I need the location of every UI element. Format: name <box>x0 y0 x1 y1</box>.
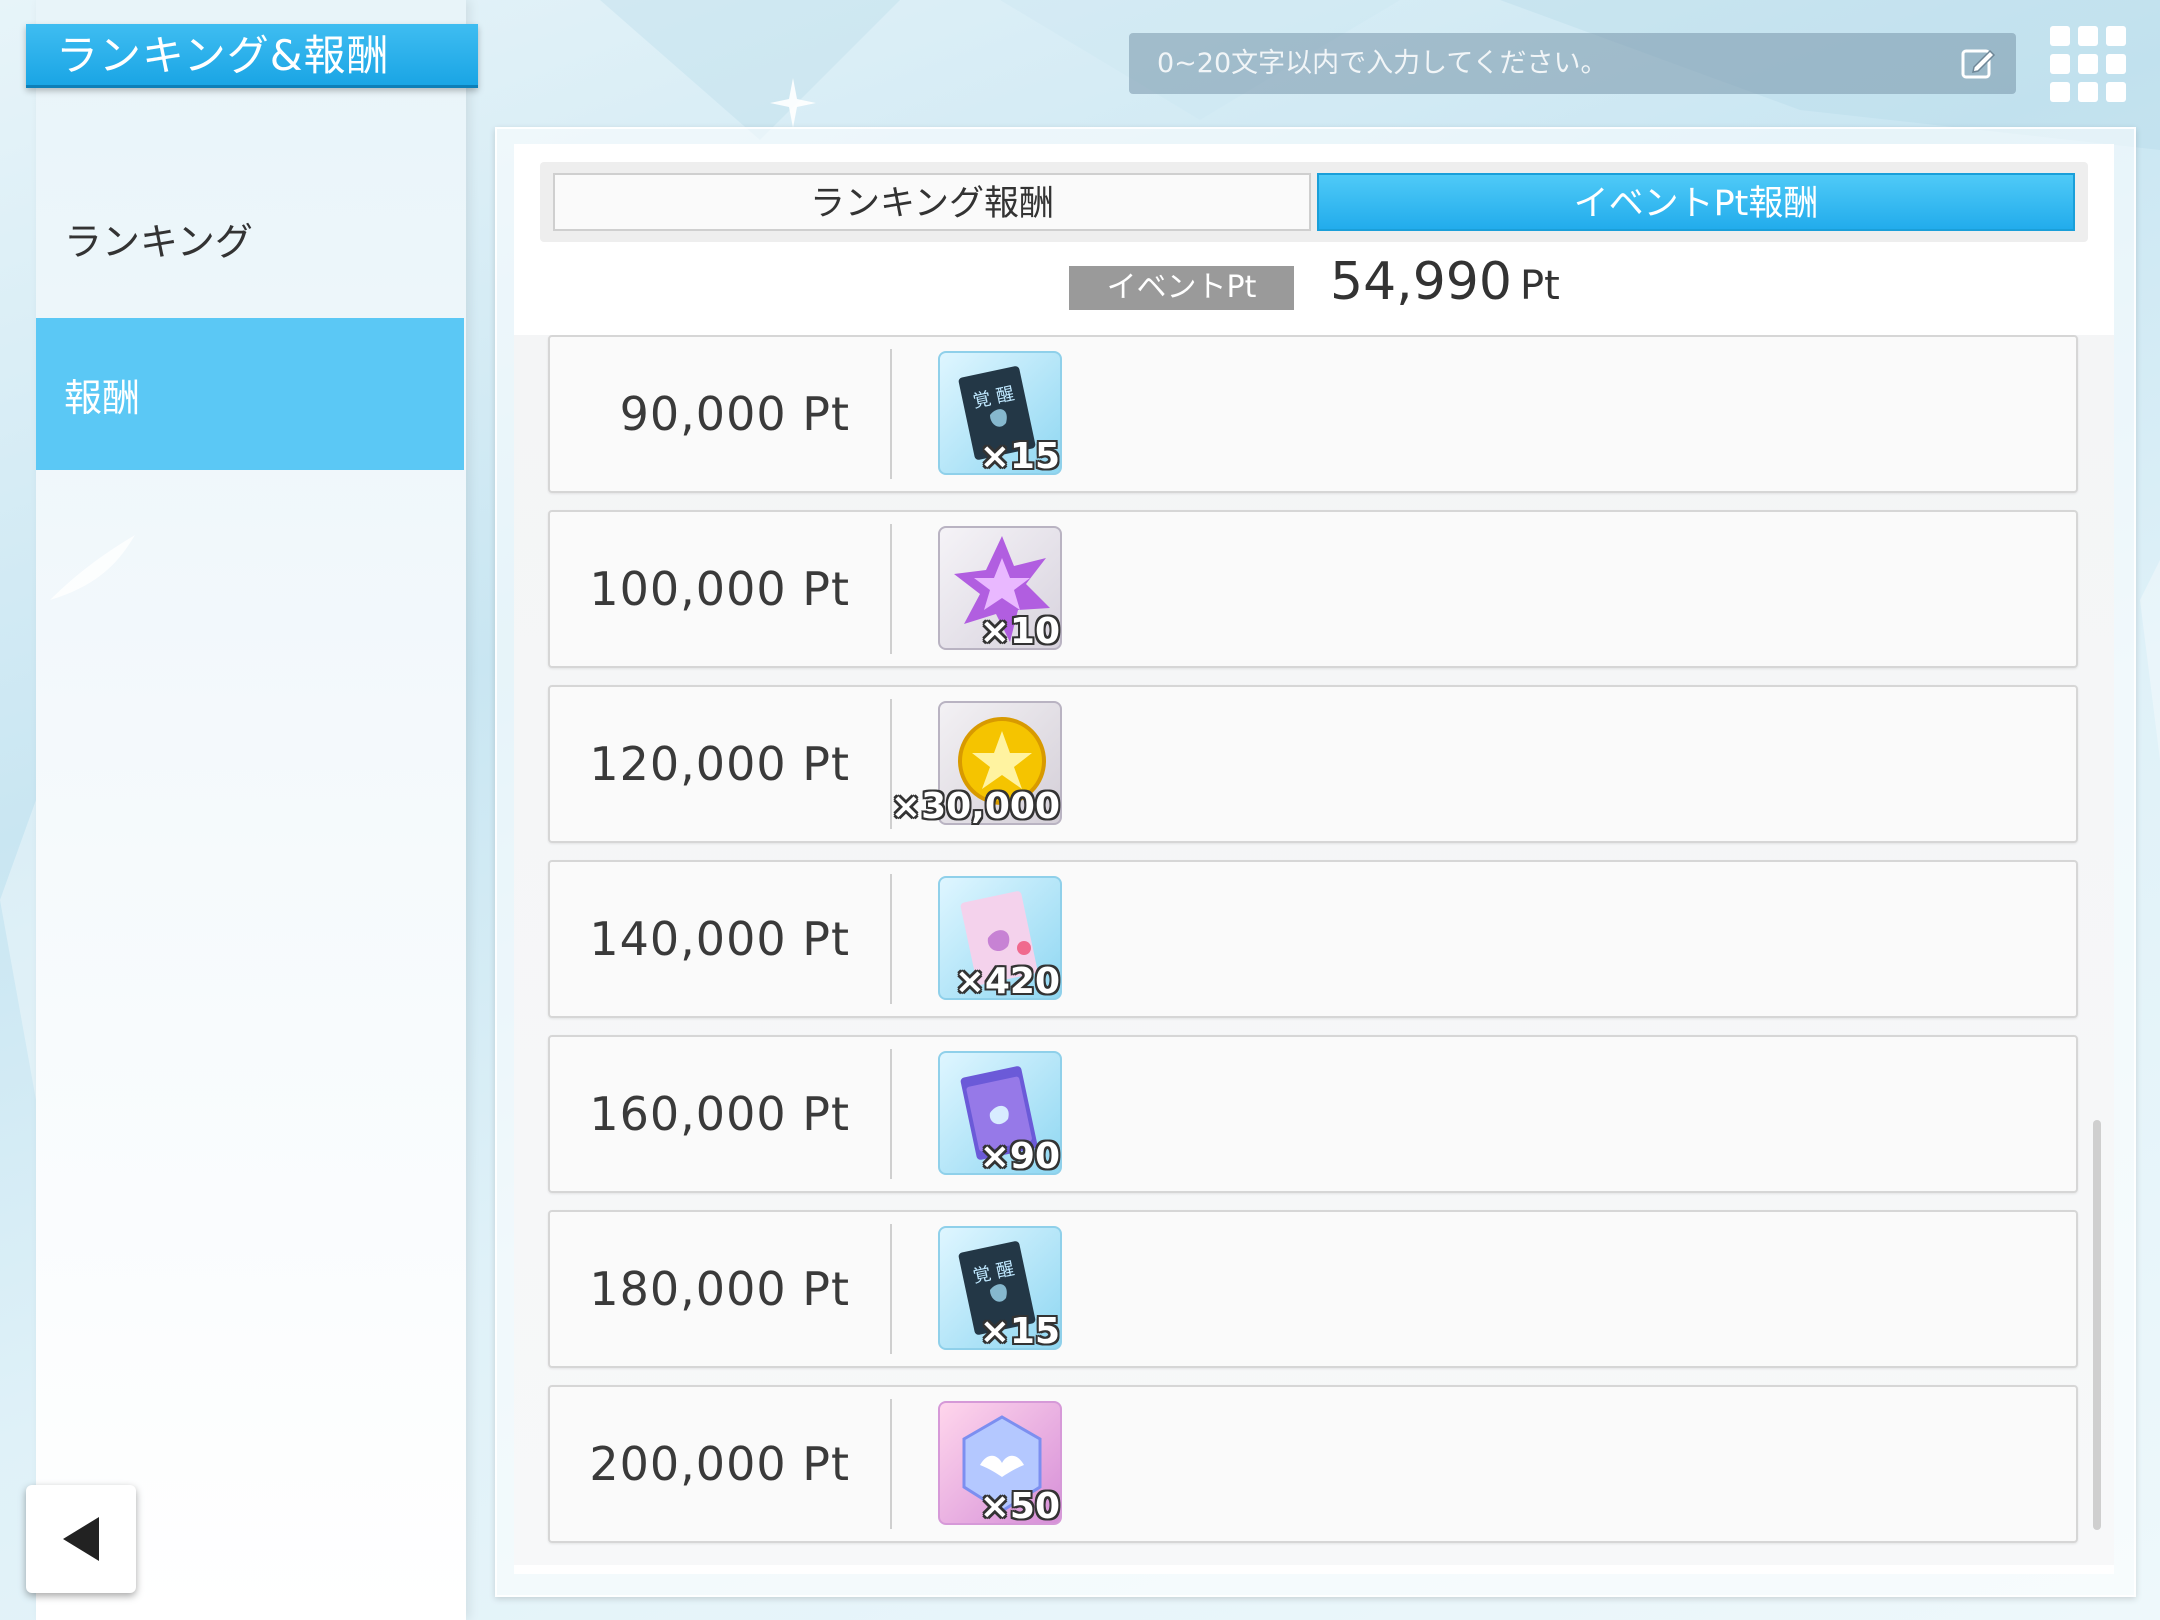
grid-dot <box>2106 26 2126 46</box>
row-divider <box>890 874 892 1004</box>
tab-event-pt-reward[interactable]: イベントPt報酬 <box>1317 173 2075 231</box>
event-pt-unit: Pt <box>1519 263 1560 309</box>
search-input[interactable]: 0~20文字以内で入力してください。 <box>1129 33 2016 94</box>
row-divider <box>890 1399 892 1529</box>
sparkle-icon <box>770 78 816 128</box>
row-divider <box>890 1049 892 1179</box>
reward-quantity: ×10 <box>979 611 1060 652</box>
back-button[interactable] <box>26 1485 136 1593</box>
grid-dot <box>2078 54 2098 74</box>
sidebar-item-label: ランキング <box>64 219 253 264</box>
wing-gem-icon[interactable]: ×50 <box>938 1401 1062 1527</box>
reward-row: 90,000 Pt 覚 醒 ×15 <box>548 335 2078 493</box>
kakusei-book-icon[interactable]: ×90 <box>938 1051 1062 1177</box>
edit-icon[interactable] <box>1960 45 1996 81</box>
reward-points: 90,000 Pt <box>619 387 850 441</box>
tab-ranking-reward[interactable]: ランキング報酬 <box>553 173 1311 231</box>
row-divider <box>890 349 892 479</box>
awakening-book-icon[interactable]: 覚 醒 ×15 <box>938 1226 1062 1352</box>
grid-dot <box>2078 26 2098 46</box>
reward-row: 180,000 Pt 覚 醒 ×15 <box>548 1210 2078 1368</box>
reward-quantity: ×50 <box>979 1486 1060 1527</box>
sidebar-item-ranking[interactable]: ランキング <box>36 162 464 314</box>
reward-points: 160,000 Pt <box>589 1087 850 1141</box>
sidebar-item-label: 報酬 <box>64 375 141 420</box>
sidebar-item-rewards[interactable]: 報酬 <box>36 318 464 470</box>
list-scrollbar[interactable] <box>2093 1120 2101 1530</box>
reward-points: 120,000 Pt <box>589 737 850 791</box>
reward-quantity: ×90 <box>979 1136 1060 1177</box>
reward-list[interactable]: 90,000 Pt 覚 醒 ×15 100,000 Pt ×10 120,000… <box>514 335 2114 1565</box>
reward-quantity: ×420 <box>954 961 1060 1002</box>
grid-dot <box>2050 82 2070 102</box>
reward-row: 140,000 Pt ×420 <box>548 860 2078 1018</box>
menu-grid-button[interactable] <box>2050 26 2126 102</box>
reward-row: 200,000 Pt ×50 <box>548 1385 2078 1543</box>
reward-points: 100,000 Pt <box>589 562 850 616</box>
purple-star-crystal-icon[interactable]: ×10 <box>938 526 1062 652</box>
reward-quantity: ×30,000 <box>890 786 1060 827</box>
reward-row: 160,000 Pt ×90 <box>548 1035 2078 1193</box>
reward-points: 180,000 Pt <box>589 1262 850 1316</box>
reward-points: 140,000 Pt <box>589 912 850 966</box>
reward-points: 200,000 Pt <box>589 1437 850 1491</box>
grid-dot <box>2106 54 2126 74</box>
event-pt-number: 54,990 <box>1330 252 1512 312</box>
row-divider <box>890 1224 892 1354</box>
feather-decoration-icon <box>50 535 135 600</box>
event-pt-badge: イベントPt <box>1069 266 1294 310</box>
reward-row: 100,000 Pt ×10 <box>548 510 2078 668</box>
grid-dot <box>2050 26 2070 46</box>
reward-row: 120,000 Pt ×30,000 <box>548 685 2078 843</box>
reward-quantity: ×15 <box>979 436 1060 477</box>
event-pt-value: 54,990 Pt <box>1330 252 1560 312</box>
reward-quantity: ×15 <box>979 1311 1060 1352</box>
page-title: ランキング&報酬 <box>26 24 478 88</box>
grid-dot <box>2106 82 2126 102</box>
gold-star-coin-icon[interactable]: ×30,000 <box>891 701 1062 827</box>
back-arrow-icon <box>63 1517 99 1561</box>
awakening-book-icon[interactable]: 覚 醒 ×15 <box>938 351 1062 477</box>
grid-dot <box>2078 82 2098 102</box>
pink-story-book-icon[interactable]: ×420 <box>938 876 1062 1002</box>
row-divider <box>890 524 892 654</box>
search-placeholder: 0~20文字以内で入力してください。 <box>1157 48 1608 79</box>
grid-dot <box>2050 54 2070 74</box>
